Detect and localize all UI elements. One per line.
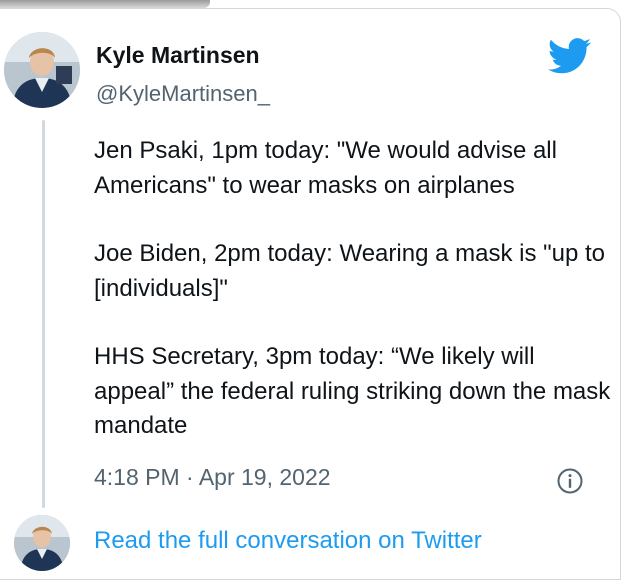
twitter-bird-icon[interactable] — [548, 38, 592, 74]
info-icon[interactable] — [556, 467, 584, 495]
tweet-paragraph: Jen Psaki, 1pm today: "We would advise a… — [94, 137, 557, 199]
tweet-paragraph: HHS Secretary, 3pm today: “We likely wil… — [94, 343, 611, 439]
author-handle[interactable]: @KyleMartinsen_ — [96, 81, 270, 107]
tweet-timestamp[interactable]: 4:18 PM · Apr 19, 2022 — [94, 464, 331, 491]
top-shadow — [0, 0, 210, 8]
tweet-text: Jen Psaki, 1pm today: "We would advise a… — [94, 134, 614, 478]
thread-line — [42, 120, 45, 508]
avatar[interactable] — [4, 32, 80, 108]
read-conversation-link[interactable]: Read the full conversation on Twitter — [94, 527, 482, 555]
reply-avatar[interactable] — [14, 515, 70, 571]
avatar-photo — [4, 32, 80, 108]
author-name[interactable]: Kyle Martinsen — [96, 42, 260, 69]
avatar-photo — [14, 515, 70, 571]
tweet-paragraph: Joe Biden, 2pm today: Wearing a mask is … — [94, 240, 606, 302]
